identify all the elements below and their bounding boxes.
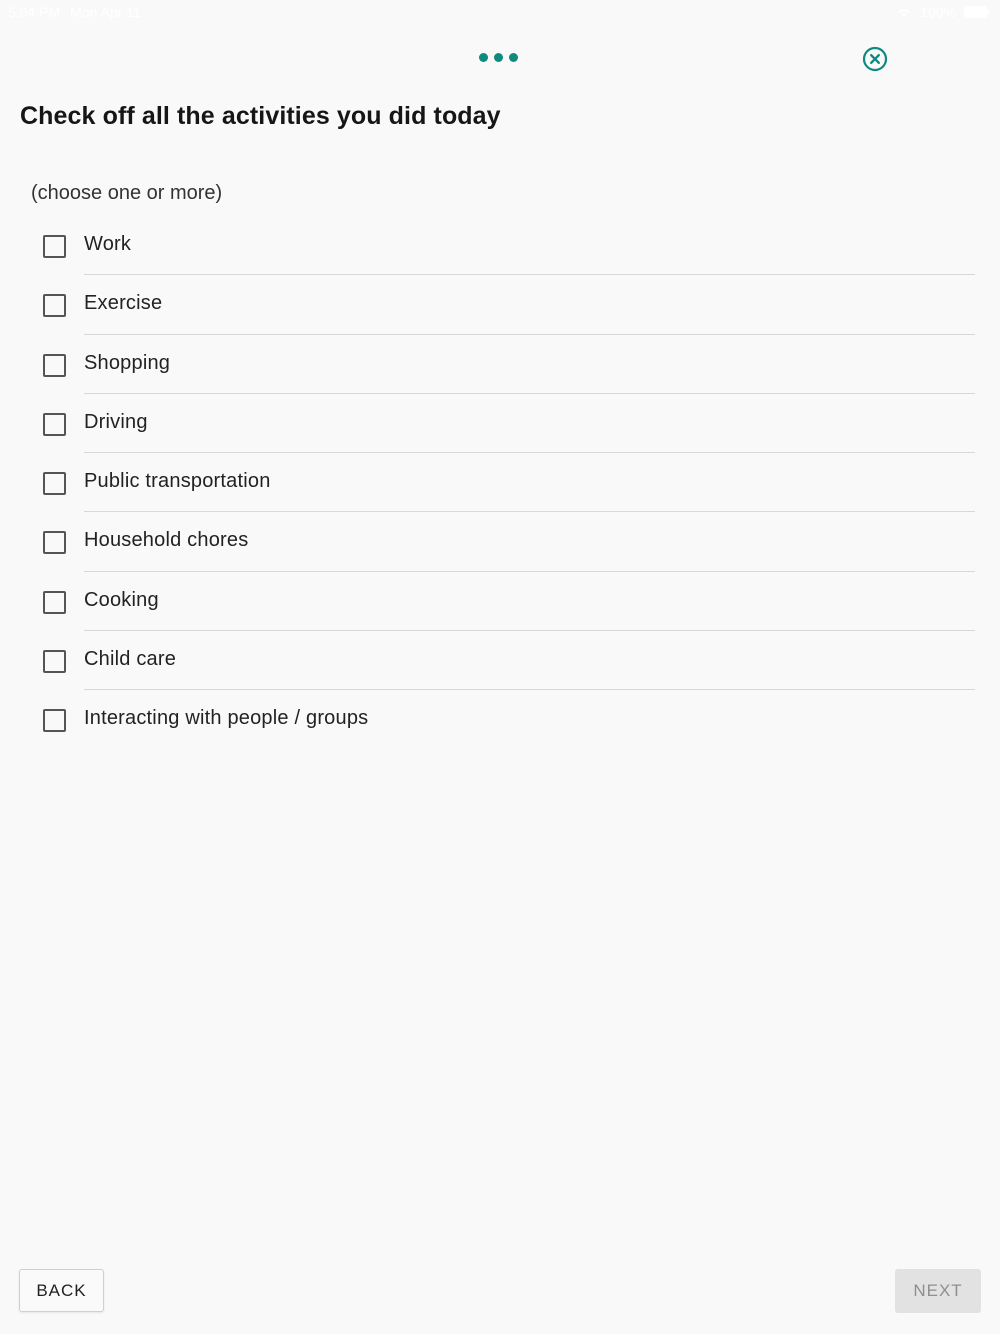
option-label: Household chores [84, 529, 249, 552]
checkbox[interactable] [43, 235, 66, 258]
status-bar: 5:04 PM Mon Apr 11 100% [0, 0, 1000, 26]
checkbox[interactable] [43, 472, 66, 496]
checkbox[interactable] [43, 650, 66, 674]
progress-dot [479, 53, 488, 62]
option-interacting-with-people[interactable]: Interacting with people / groups [0, 690, 1000, 749]
option-household-chores[interactable]: Household chores [0, 512, 1000, 572]
progress-dot [494, 53, 503, 62]
back-button[interactable]: BACK [19, 1269, 104, 1312]
close-button[interactable] [862, 46, 888, 72]
option-work[interactable]: Work [0, 216, 1000, 276]
checkbox[interactable] [43, 531, 66, 555]
status-time: 5:04 PM [8, 4, 61, 20]
survey-screen: 5:04 PM Mon Apr 11 100% Check off all th… [0, 0, 1000, 1334]
options-list: Work Exercise Shopping Driving Public tr… [0, 216, 1000, 750]
option-exercise[interactable]: Exercise [0, 275, 1000, 335]
close-circle-icon [862, 46, 888, 72]
option-label: Interacting with people / groups [84, 707, 369, 730]
wifi-icon [896, 6, 912, 18]
option-public-transportation[interactable]: Public transportation [0, 453, 1000, 513]
battery-percent: 100% [920, 4, 956, 20]
option-label: Work [84, 233, 132, 255]
question-title: Check off all the activities you did tod… [20, 102, 501, 130]
question-instruction: (choose one or more) [31, 182, 223, 204]
progress-dot [509, 53, 518, 62]
status-left: 5:04 PM Mon Apr 11 [8, 4, 141, 20]
option-label: Exercise [84, 292, 163, 315]
checkbox[interactable] [43, 590, 66, 614]
battery-icon [964, 6, 990, 18]
option-child-care[interactable]: Child care [0, 631, 1000, 691]
status-date: Mon Apr 11 [70, 4, 141, 20]
option-label: Cooking [84, 588, 159, 611]
checkbox[interactable] [43, 709, 66, 733]
option-shopping[interactable]: Shopping [0, 335, 1000, 394]
option-label: Child care [84, 648, 177, 671]
option-driving[interactable]: Driving [0, 394, 1000, 454]
status-right: 100% [896, 4, 990, 20]
checkbox[interactable] [43, 412, 66, 436]
option-label: Public transportation [84, 470, 271, 493]
checkbox[interactable] [43, 353, 66, 377]
option-label: Shopping [84, 351, 171, 374]
option-cooking[interactable]: Cooking [0, 572, 1000, 632]
progress-indicator [479, 53, 518, 62]
checkbox[interactable] [43, 294, 66, 318]
option-label: Driving [84, 410, 148, 433]
next-button[interactable]: NEXT [895, 1269, 981, 1313]
